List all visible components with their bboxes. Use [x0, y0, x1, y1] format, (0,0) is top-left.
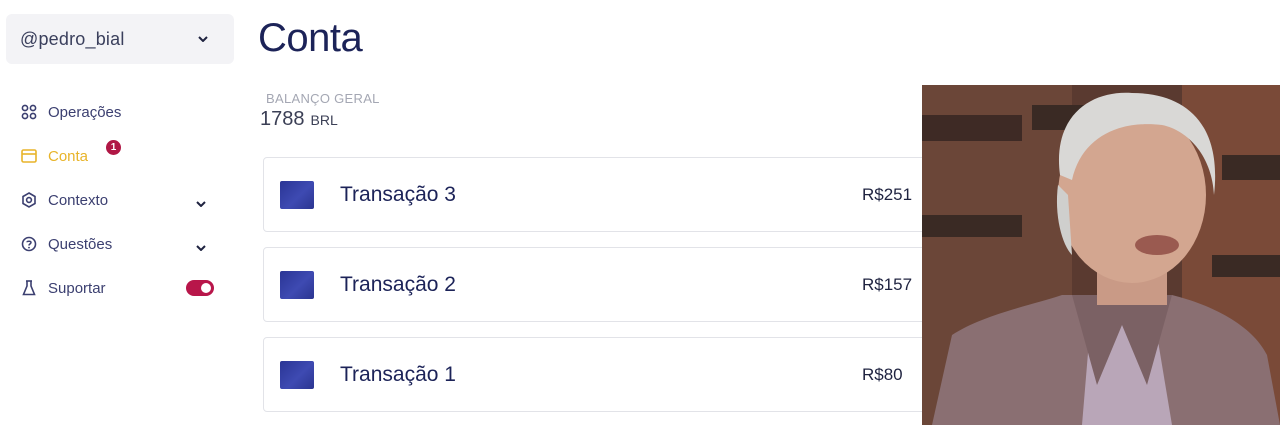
balance-value: 1788 — [260, 108, 305, 130]
sidebar-item-suportar[interactable]: Suportar — [20, 266, 220, 310]
sidebar-item-label: Operações — [48, 103, 122, 121]
sidebar-nav: Operações Conta 1 Contexto Questões Supo… — [20, 90, 220, 310]
sidebar-item-label: Questões — [48, 235, 113, 253]
transaction-card[interactable]: Transação 1 R$80 — [263, 337, 953, 412]
flask-icon — [20, 279, 38, 297]
wallet-icon — [20, 147, 38, 165]
transaction-name: Transação 2 — [340, 272, 456, 296]
sidebar-item-questoes[interactable]: Questões — [20, 222, 220, 266]
chevron-down-icon — [196, 194, 208, 208]
balance-row: 1788 BRL — [260, 108, 338, 131]
sidebar: @pedro_bial Operações Conta 1 Contexto Q… — [0, 0, 240, 425]
grid-icon — [20, 103, 38, 121]
transaction-thumbnail — [280, 270, 314, 299]
help-circle-icon — [20, 235, 38, 253]
transaction-card[interactable]: Transação 3 R$251 — [263, 157, 953, 232]
sidebar-item-conta[interactable]: Conta 1 — [20, 134, 220, 178]
page-title: Conta — [258, 16, 363, 60]
transaction-thumbnail — [280, 180, 314, 209]
presenter-video — [922, 85, 1280, 425]
transaction-thumbnail — [280, 360, 314, 389]
sidebar-item-label: Suportar — [48, 279, 106, 297]
balance-label: BALANÇO GERAL — [266, 91, 380, 106]
gear-icon — [20, 191, 38, 209]
support-toggle[interactable] — [186, 280, 214, 296]
transaction-amount: R$80 — [862, 364, 903, 384]
sidebar-item-contexto[interactable]: Contexto — [20, 178, 220, 222]
transaction-name: Transação 1 — [340, 362, 456, 386]
balance-currency: BRL — [310, 112, 338, 128]
notification-badge: 1 — [106, 140, 121, 155]
toggle-knob — [201, 283, 211, 293]
transaction-amount: R$157 — [862, 274, 913, 294]
sidebar-item-label: Contexto — [48, 191, 109, 209]
account-selector[interactable]: @pedro_bial — [6, 14, 234, 64]
chevron-down-icon — [196, 238, 208, 252]
main-content: Conta BALANÇO GERAL 1788 BRL Transação 3… — [258, 0, 953, 425]
user-handle: @pedro_bial — [20, 28, 125, 49]
transaction-amount: R$251 — [862, 184, 913, 204]
sidebar-item-label: Conta — [48, 147, 89, 165]
sidebar-item-operacoes[interactable]: Operações — [20, 90, 220, 134]
chevron-down-icon — [196, 32, 210, 46]
transaction-card[interactable]: Transação 2 R$157 — [263, 247, 953, 322]
transaction-name: Transação 3 — [340, 182, 456, 206]
